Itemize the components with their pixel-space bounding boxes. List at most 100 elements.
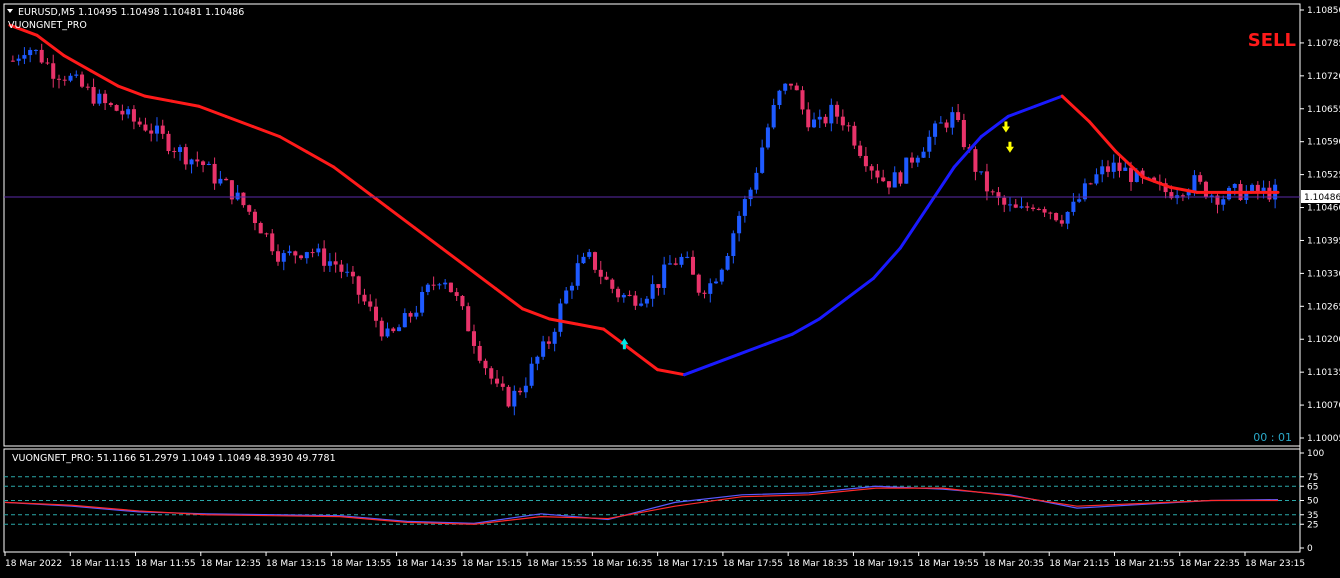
candle-body: [114, 105, 119, 111]
candle-body: [420, 291, 425, 313]
time-label: 18 Mar 11:55: [136, 559, 196, 569]
candle-body: [1232, 183, 1237, 188]
current-price-label: 1.10486: [1304, 193, 1340, 203]
candle-body: [10, 60, 15, 62]
candle-body: [921, 151, 926, 158]
candle-body: [333, 261, 338, 265]
candle-body: [956, 112, 961, 121]
candle-body: [633, 295, 638, 306]
sub-header: VUONGNET_PRO: 51.1166 51.2979 1.1049 1.1…: [12, 453, 336, 464]
candle-body: [1025, 206, 1030, 208]
candle-body: [189, 159, 194, 165]
candle-body: [1221, 199, 1226, 205]
oscillator-line-red: [4, 487, 1278, 525]
level-tick-label: 75: [1307, 473, 1318, 483]
candle-body: [275, 251, 281, 262]
candle-body: [1100, 166, 1105, 175]
candle-body: [639, 303, 644, 306]
candle-body: [829, 104, 834, 124]
ma-segment: [305, 150, 336, 169]
candle-body: [610, 279, 615, 289]
chart-svg: 1.10850 1.10785 1.10720 1.10655 1.10590 1.105…: [3, 3, 1340, 569]
oscillator-line-blue: [4, 485, 1279, 524]
candle-body: [702, 292, 707, 294]
time-label: 18 Mar 15:15: [462, 559, 522, 569]
candle-body: [264, 233, 269, 235]
candle-body: [523, 385, 528, 393]
candle-body: [1192, 175, 1197, 192]
candle-body: [137, 121, 142, 125]
time-label: 18 Mar 16:35: [592, 559, 652, 569]
candle-body: [909, 157, 915, 163]
trading-chart: 1.10850 1.10785 1.10720 1.10655 1.10590 1.105…: [0, 0, 1340, 574]
candle-body: [800, 90, 805, 110]
price-axis-labels: 1.10850 1.10785 1.10720 1.10655 1.10590 1.105…: [1300, 6, 1340, 444]
candle-body: [356, 276, 361, 295]
candle-body: [846, 125, 851, 127]
sub-levels: [4, 476, 1300, 525]
candle-body: [281, 253, 286, 262]
ma-segment: [548, 317, 579, 326]
candle-body: [1129, 167, 1134, 182]
candle-body: [990, 191, 995, 193]
candle-body: [97, 93, 102, 104]
candle-body: [679, 256, 684, 265]
candle-body: [840, 116, 845, 126]
candle-body: [529, 363, 534, 386]
candle-body: [512, 390, 517, 407]
sell-arrow-icon: [1001, 121, 1010, 133]
candle-body: [310, 252, 315, 254]
candle-body: [541, 341, 546, 357]
candle-body: [950, 112, 955, 128]
candle-body: [258, 223, 263, 234]
ma-segment: [575, 322, 606, 331]
candle-body: [1007, 204, 1013, 206]
candle-body: [1065, 211, 1070, 224]
candle-body: [74, 74, 79, 76]
candle-body: [719, 269, 724, 282]
collapse-triangle-icon[interactable]: [7, 9, 13, 13]
candle-body: [569, 285, 574, 291]
time-label: 18 Mar 12:35: [201, 559, 261, 569]
candle-body: [1203, 181, 1208, 198]
ma-segment: [62, 54, 93, 73]
ma-segment: [925, 165, 956, 210]
candle-body: [126, 109, 131, 115]
candle-body: [477, 345, 482, 361]
ma-segment: [1060, 94, 1091, 123]
time-label: 18 Mar 22:35: [1180, 559, 1240, 569]
level-tick-label: 65: [1307, 482, 1318, 492]
candle-body: [431, 284, 436, 286]
candle-body: [460, 295, 465, 307]
candle-body: [598, 269, 603, 277]
candle-body: [270, 233, 275, 252]
candle-body: [765, 127, 770, 148]
candle-body: [437, 284, 442, 286]
time-axis-labels: 18 Mar 2022 18 Mar 11:15 18 Mar 11:55 18 Ma…: [4, 552, 1305, 569]
ma-segment: [790, 317, 821, 336]
candle-body: [933, 123, 938, 137]
candle-body: [673, 263, 678, 265]
candle-body: [886, 181, 891, 188]
candle-body: [737, 215, 742, 234]
candle-body: [178, 147, 183, 152]
candle-body: [103, 93, 108, 104]
ma-segment: [386, 206, 417, 230]
candle-body: [656, 284, 661, 288]
ma-segment: [116, 84, 147, 98]
ma-segment: [602, 327, 633, 351]
candle-body: [235, 192, 240, 200]
price-tick-label: 1.10005: [1307, 434, 1340, 444]
candle-body: [448, 282, 453, 293]
ma-segment: [1006, 104, 1037, 118]
candle-body: [690, 256, 696, 275]
time-label: 18 Mar 18:35: [788, 559, 848, 569]
candle-body: [731, 233, 736, 256]
price-tick-label: 1.10590: [1307, 138, 1340, 148]
candle-body: [696, 274, 701, 293]
candle-body: [944, 122, 949, 128]
candle-body: [339, 264, 344, 272]
candle-body: [835, 104, 840, 117]
candle-body: [241, 192, 246, 206]
candle-body: [852, 125, 857, 146]
